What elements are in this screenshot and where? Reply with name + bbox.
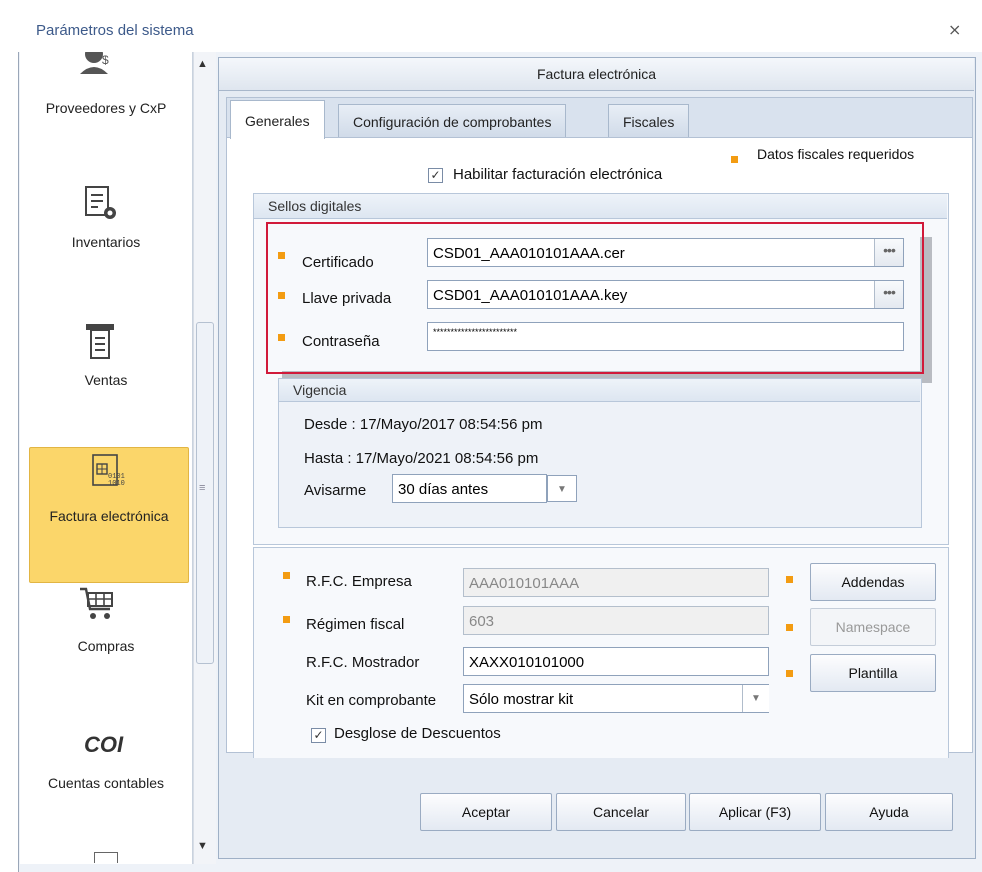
e-invoice-icon: 0101 1010 bbox=[92, 454, 125, 488]
aceptar-button[interactable]: Aceptar bbox=[420, 793, 552, 831]
rfc-mostrador-label: R.F.C. Mostrador bbox=[306, 654, 420, 671]
enable-einvoice-label: Habilitar facturación electrónica bbox=[453, 166, 663, 183]
highlight-box bbox=[266, 222, 924, 374]
ayuda-button[interactable]: Ayuda bbox=[825, 793, 953, 831]
kit-dropdown[interactable]: Sólo mostrar kit bbox=[463, 684, 769, 713]
next-item-icon bbox=[94, 852, 118, 863]
sidebar-item-suppliers[interactable]: Proveedores y CxP bbox=[20, 100, 192, 116]
kit-label: Kit en comprobante bbox=[306, 692, 437, 709]
required-bullet-icon bbox=[786, 576, 793, 583]
tab-configuracion[interactable]: Configuración de comprobantes bbox=[338, 104, 567, 139]
required-legend: Datos fiscales requeridos bbox=[757, 146, 915, 162]
svg-text:1010: 1010 bbox=[108, 480, 125, 488]
namespace-button[interactable]: Namespace bbox=[810, 608, 936, 646]
plantilla-button[interactable]: Plantilla bbox=[810, 654, 936, 692]
tab-fiscales[interactable]: Fiscales bbox=[608, 104, 690, 139]
close-icon[interactable]: ⨯ bbox=[948, 20, 961, 40]
cancelar-button[interactable]: Cancelar bbox=[556, 793, 686, 831]
regimen-field: 603 bbox=[463, 606, 769, 635]
sidebar-item-purchases[interactable]: Compras bbox=[20, 638, 192, 654]
cart-icon bbox=[80, 587, 113, 619]
rfc-mostrador-field[interactable]: XAXX010101000 bbox=[463, 647, 769, 676]
scroll-down-icon[interactable]: ▼ bbox=[197, 840, 208, 852]
addendas-button[interactable]: Addendas bbox=[810, 563, 936, 601]
desglose-checkbox[interactable]: ✓ bbox=[311, 728, 326, 743]
rfc-empresa-field: AAA010101AAA bbox=[463, 568, 769, 597]
sidebar-item-inventory[interactable]: Inventarios bbox=[20, 234, 192, 250]
coi-icon: COI bbox=[84, 732, 124, 757]
sidebar-item-accounts[interactable]: Cuentas contables bbox=[20, 775, 192, 791]
vigencia-title: Vigencia bbox=[279, 379, 920, 402]
avisarme-label: Avisarme bbox=[304, 482, 367, 499]
tab-generales[interactable]: Generales bbox=[230, 100, 325, 139]
required-bullet-icon bbox=[283, 616, 290, 623]
vigencia-hasta: Hasta : 17/Mayo/2021 08:54:56 pm bbox=[304, 450, 539, 467]
avisarme-value: 30 días antes bbox=[398, 481, 489, 498]
regimen-label: Régimen fiscal bbox=[306, 616, 405, 633]
enable-einvoice-checkbox[interactable]: ✓ bbox=[428, 168, 443, 183]
svg-text:$: $ bbox=[102, 53, 109, 67]
sidebar-item-sales[interactable]: Ventas bbox=[20, 372, 192, 388]
avisarme-dropdown[interactable]: 30 días antes bbox=[392, 474, 547, 503]
sidebar-item-label: Factura electrónica bbox=[49, 508, 169, 524]
inventory-icon bbox=[85, 186, 116, 219]
grip-icon: ≡ bbox=[199, 482, 206, 494]
required-bullet-icon bbox=[786, 670, 793, 677]
chevron-down-icon[interactable]: ▼ bbox=[742, 685, 769, 712]
required-bullet-icon bbox=[786, 624, 793, 631]
aplicar-button[interactable]: Aplicar (F3) bbox=[689, 793, 821, 831]
suppliers-icon: $ bbox=[80, 52, 109, 74]
required-bullet-icon bbox=[731, 156, 738, 163]
sellos-title: Sellos digitales bbox=[254, 194, 947, 219]
panel-header: Factura electrónica bbox=[219, 58, 974, 91]
rfc-empresa-label: R.F.C. Empresa bbox=[306, 573, 412, 590]
desglose-label: Desglose de Descuentos bbox=[334, 725, 501, 742]
sidebar-item-e-invoice[interactable]: 0101 1010 Factura electrónica bbox=[29, 447, 189, 583]
kit-value: Sólo mostrar kit bbox=[469, 691, 574, 708]
chevron-down-icon[interactable]: ▼ bbox=[547, 475, 577, 502]
sales-icon bbox=[86, 324, 114, 359]
window-title: Parámetros del sistema bbox=[36, 22, 194, 39]
vigencia-desde: Desde : 17/Mayo/2017 08:54:56 pm bbox=[304, 416, 543, 433]
scroll-up-icon[interactable]: ▲ bbox=[197, 58, 208, 70]
required-bullet-icon bbox=[283, 572, 290, 579]
